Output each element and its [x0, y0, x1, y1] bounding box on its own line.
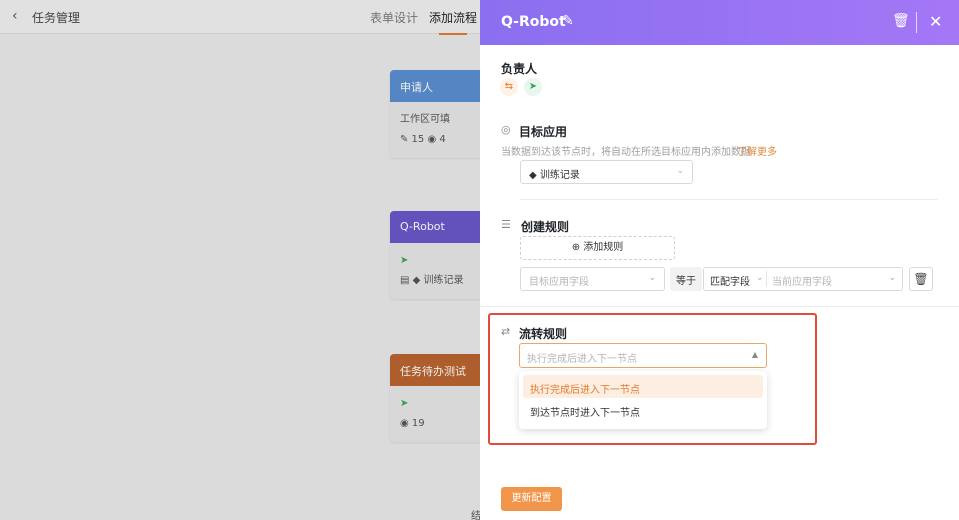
chevron-down-icon: ⌄ [648, 273, 656, 283]
list-icon: ☰ [501, 218, 511, 231]
target-app-select[interactable]: ◆ 训练记录 ⌄ [520, 160, 693, 184]
equals-label: 等于 [670, 267, 702, 291]
select-divider [766, 271, 767, 287]
flow-rules-title: 流转规则 [519, 327, 568, 341]
close-icon[interactable]: ✕ [929, 12, 942, 31]
drawer-header: Q-Robot ✎ 🗑 ✕ [480, 0, 959, 45]
chevron-up-icon: ▲ [751, 350, 758, 359]
owner-label: 负责人 [501, 62, 538, 76]
flow-icon: ⇄ [501, 325, 511, 338]
divider [520, 199, 938, 200]
chevron-down-icon: ⌄ [888, 273, 896, 283]
trash-icon: 🗑 [913, 272, 929, 286]
dropdown-option[interactable]: 到达节点时进入下一节点 [523, 398, 763, 421]
flow-rule-select[interactable]: 执行完成后进入下一节点 ▲ [519, 343, 767, 368]
delete-rule-button[interactable]: 🗑 [909, 267, 933, 291]
current-field-placeholder: 当前应用字段 [772, 277, 832, 288]
header-divider [916, 12, 917, 33]
match-type-value[interactable]: 匹配字段 [710, 273, 750, 288]
match-field-group[interactable]: 匹配字段 ⌄ 当前应用字段 ⌄ [703, 267, 903, 291]
learn-more-link[interactable]: 了解更多 [737, 143, 777, 158]
add-rule-button[interactable]: ⊕ 添加规则 [520, 236, 675, 260]
update-config-button[interactable]: 更新配置 [501, 487, 562, 511]
chevron-down-icon: ⌄ [676, 166, 684, 176]
flow-rule-placeholder: 执行完成后进入下一节点 [527, 354, 637, 365]
trash-icon[interactable]: 🗑 [892, 13, 910, 29]
target-app-title: 目标应用 [519, 125, 568, 139]
target-app-hint: 当数据到达该节点时，将自动在所选目标应用内添加数据 [501, 147, 751, 158]
drawer-title: Q-Robot [501, 14, 566, 30]
target-icon: ◎ [501, 123, 511, 136]
chevron-down-icon: ⌄ [756, 273, 764, 283]
flow-rule-dropdown: 执行完成后进入下一节点 到达节点时进入下一节点 [519, 371, 767, 429]
divider [480, 306, 959, 307]
target-field-select[interactable]: 目标应用字段 ⌄ [520, 267, 665, 291]
edit-icon[interactable]: ✎ [562, 13, 574, 29]
target-app-value: ◆ 训练记录 [529, 170, 580, 181]
target-field-placeholder: 目标应用字段 [529, 277, 589, 288]
swap-icon[interactable]: ⇆ [500, 78, 518, 96]
dropdown-option[interactable]: 执行完成后进入下一节点 [523, 375, 763, 398]
send-icon[interactable]: ➤ [524, 78, 542, 96]
create-rules-title: 创建规则 [521, 220, 570, 234]
